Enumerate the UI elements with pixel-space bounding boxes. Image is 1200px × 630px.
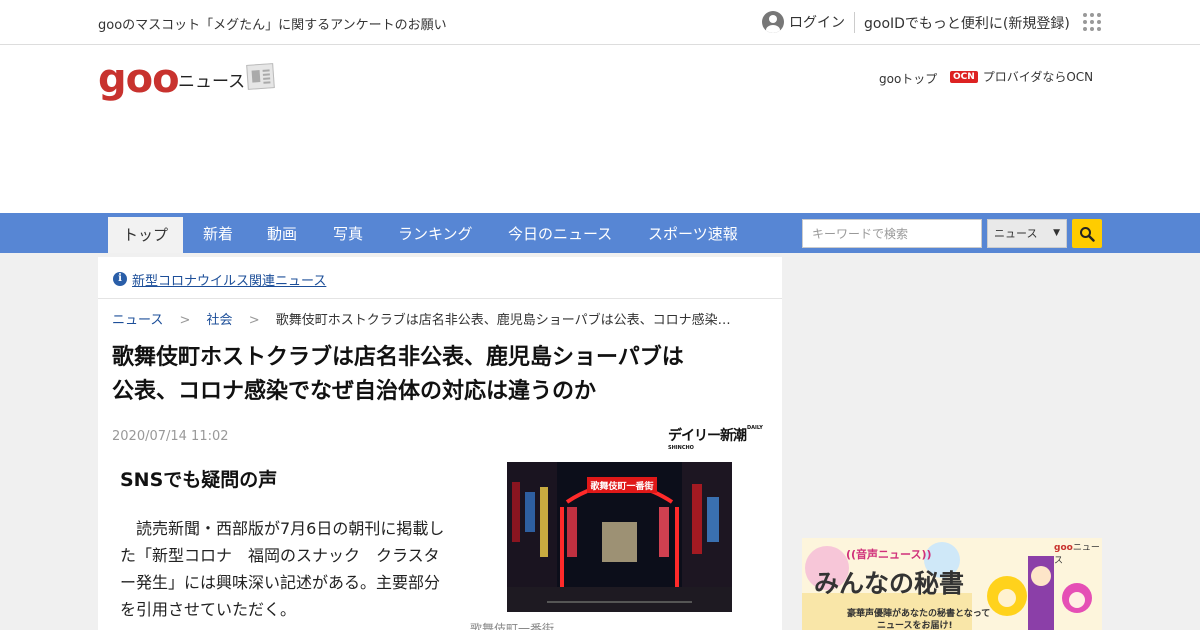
tab-top[interactable]: トップ	[108, 217, 184, 253]
article-photo[interactable]: 歌舞伎町一番街	[507, 462, 732, 612]
ad-title: みんなの秘書	[814, 569, 965, 598]
goo-logo[interactable]: goo	[98, 59, 180, 99]
ocn-label: プロバイダならOCN	[982, 70, 1094, 84]
breadcrumb-separator: >	[179, 313, 191, 328]
breadcrumb-society[interactable]: 社会	[207, 313, 233, 328]
login-link[interactable]: ログイン	[762, 11, 845, 33]
newspaper-icon	[246, 63, 275, 90]
breadcrumb-news[interactable]: ニュース	[112, 313, 163, 328]
ocn-link[interactable]: OCN プロバイダならOCN	[950, 68, 1093, 85]
article-column: i 新型コロナウイルス関連ニュース ニュース > 社会 > 歌舞伎町ホストクラブ…	[98, 257, 782, 630]
tab-today[interactable]: 今日のニュース	[508, 213, 612, 253]
register-link[interactable]: gooIDでもっと便利に(新規登録)	[864, 13, 1070, 33]
source-logo[interactable]: デイリー新潮DAILY SHINCHO	[668, 425, 782, 461]
ad-subtitle-2: ニュースをお届け!	[877, 621, 953, 630]
kabukicho-photo-image: 歌舞伎町一番街	[507, 462, 732, 612]
voice-news-ad[interactable]: gooニュース ((音声ニュース)) みんなの秘書 豪華声優陣があなたの秘書とな…	[802, 538, 1102, 630]
logo-section-label[interactable]: ニュース	[178, 67, 245, 92]
search-scope-select[interactable]: ニュース ▼	[987, 219, 1067, 248]
covid-news-link[interactable]: 新型コロナウイルス関連ニュース	[132, 270, 326, 289]
ad-brand: gooニュース	[1054, 540, 1102, 566]
caret-down-icon: ▼	[1053, 228, 1060, 238]
goo-top-link[interactable]: gooトップ	[879, 70, 937, 87]
tab-new[interactable]: 新着	[203, 213, 233, 253]
breadcrumb: ニュース > 社会 > 歌舞伎町ホストクラブは店名非公表、鹿児島ショーパブは公表…	[112, 309, 731, 328]
tab-video[interactable]: 動画	[267, 213, 297, 253]
login-label: ログイン	[789, 15, 845, 31]
ad-brand-logo: goo	[1054, 543, 1073, 553]
ocn-logo-icon: OCN	[950, 70, 978, 83]
ad-tag: ((音声ニュース))	[846, 548, 932, 561]
tab-ranking[interactable]: ランキング	[398, 213, 473, 253]
search-button[interactable]	[1072, 219, 1102, 248]
site-header: goo ニュース gooトップ OCN プロバイダならOCN	[0, 45, 1200, 213]
article-title: 歌舞伎町ホストクラブは店名非公表、鹿児島ショーパブは 公表、コロナ感染でなぜ自治…	[112, 341, 762, 409]
search-icon	[1080, 227, 1095, 242]
article-title-line1: 歌舞伎町ホストクラブは店名非公表、鹿児島ショーパブは	[112, 345, 684, 370]
article-date: 2020/07/14 11:02	[112, 429, 229, 444]
article-title-line2: 公表、コロナ感染でなぜ自治体の対応は違うのか	[112, 379, 597, 404]
survey-notice-link[interactable]: gooのマスコット「メグたん」に関するアンケートのお願い	[98, 14, 447, 33]
tab-photo[interactable]: 写真	[333, 213, 363, 253]
tab-sports[interactable]: スポーツ速報	[648, 213, 738, 253]
photo-sign-text: 歌舞伎町一番街	[590, 480, 653, 492]
photo-caption: 歌舞伎町一番街	[470, 622, 555, 630]
info-icon: i	[113, 272, 127, 286]
main-nav: トップ 新着 動画 写真 ランキング 今日のニュース スポーツ速報 ニュース ▼	[0, 213, 1200, 253]
section-heading: SNSでも疑問の声	[120, 469, 278, 491]
user-icon	[762, 11, 784, 33]
breadcrumb-separator: >	[248, 313, 260, 328]
search-input[interactable]	[802, 219, 982, 248]
divider	[854, 12, 855, 33]
utility-bar: gooのマスコット「メグたん」に関するアンケートのお願い ログイン gooIDで…	[0, 0, 1200, 45]
apps-grid-icon[interactable]	[1083, 13, 1101, 31]
source-logo-text: デイリー新潮	[668, 428, 747, 444]
covid-news-bar: i 新型コロナウイルス関連ニュース	[98, 257, 782, 299]
breadcrumb-current: 歌舞伎町ホストクラブは店名非公表、鹿児島ショーパブは公表、コロナ感染…	[275, 313, 731, 328]
article-body: 読売新聞・西部版が7月6日の朝刊に掲載した「新型コロナ 福岡のスナック クラスタ…	[120, 519, 445, 619]
search-scope-value: ニュース	[994, 227, 1038, 240]
